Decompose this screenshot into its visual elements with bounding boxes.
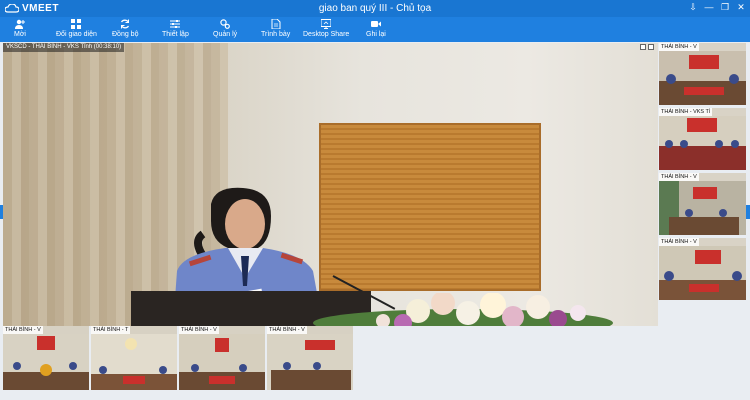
toolbar-thiet-lap-button[interactable]: Thiết lập (162, 19, 189, 41)
toolbar-ghi-lai-button[interactable]: Ghi lại (366, 19, 386, 41)
bottom-thumbnail-row: THÁI BÌNH - V THÁI BÌNH - T THÁI BÌNH - … (3, 326, 355, 390)
tile-scene (3, 334, 89, 390)
vmeet-app: VMEET giao ban quý III - Chủ tọa ⇩ — ❐ ✕… (0, 0, 750, 400)
toolbar-trinh-bay-label: Trình bày (261, 31, 291, 38)
layout-grid-icon (71, 19, 82, 29)
main-video-label: VKSCD - THÁI BÌNH - VKS Tỉnh (00:38:10) (3, 43, 125, 52)
toolbar-dong-bo-label: Đồng bộ (112, 31, 139, 38)
bottom-tile-1[interactable]: THÁI BÌNH - V (3, 326, 89, 390)
bottom-tile-2[interactable]: THÁI BÌNH - T (91, 326, 177, 390)
present-icon (271, 19, 281, 29)
video-toggle-icon[interactable] (640, 44, 646, 50)
gear-icon (220, 19, 230, 29)
tile-scene (267, 334, 353, 390)
toolbar-dong-bo-button[interactable]: Đồng bộ (112, 19, 138, 41)
toolbar-desktop-share-label: Desktop Share (303, 31, 350, 38)
bottom-tile-3-label: THÁI BÌNH - V (179, 326, 219, 334)
right-thumbnail-column: THÁI BÌNH - V THÁI BÌNH - VKS Tỉ THÁI BÌ… (659, 43, 747, 301)
video-flower-arrangement (313, 293, 613, 326)
right-tile-2-label: THÁI BÌNH - VKS Tỉ (659, 108, 713, 116)
toolbar-trinh-bay-button[interactable]: Trình bày (261, 19, 290, 41)
right-tile-4-label: THÁI BÌNH - V (659, 238, 699, 246)
tile-scene (659, 181, 746, 235)
toolbar-doi-giao-dien-label: Đổi giao diện (56, 31, 97, 38)
bottom-tile-1-label: THÁI BÌNH - V (3, 326, 43, 334)
toolbar-moi-button[interactable]: Mời (14, 19, 26, 41)
tile-scene (659, 116, 746, 170)
minimize-button[interactable]: — (704, 2, 714, 13)
toolbar-doi-giao-dien-button[interactable]: Đổi giao diện (56, 19, 97, 41)
main-video-view[interactable]: VKSCD - THÁI BÌNH - VKS Tỉnh (00:38:10) (3, 43, 658, 326)
right-tile-3[interactable]: THÁI BÌNH - V (659, 173, 746, 235)
mic-toggle-icon[interactable] (648, 44, 654, 50)
toolbar-desktop-share-button[interactable]: Desktop Share (303, 19, 349, 41)
bottom-tile-4-label: THÁI BÌNH - V (267, 326, 307, 334)
toolbar-ghi-lai-label: Ghi lại (366, 31, 386, 38)
toolbar: Mời Đổi giao diện Đồng bộ Thiết lập Quản… (0, 17, 750, 42)
title-bar: VMEET giao ban quý III - Chủ tọa ⇩ — ❐ ✕ (0, 0, 750, 17)
bottom-tile-2-label: THÁI BÌNH - T (91, 326, 131, 334)
right-tile-1[interactable]: THÁI BÌNH - V (659, 43, 746, 105)
window-title: giao ban quý III - Chủ tọa (318, 3, 432, 14)
right-tile-2[interactable]: THÁI BÌNH - VKS Tỉ (659, 108, 746, 170)
tile-scene (659, 246, 746, 300)
main-video-controls (640, 44, 654, 52)
restore-button[interactable]: ❐ (720, 2, 730, 13)
toolbar-thiet-lap-label: Thiết lập (162, 31, 189, 38)
right-tile-1-label: THÁI BÌNH - V (659, 43, 699, 51)
video-window-blinds (319, 123, 541, 291)
toolbar-quan-ly-label: Quản lý (213, 31, 238, 38)
user-add-icon (14, 19, 25, 29)
bottom-tile-3[interactable]: THÁI BÌNH - V (179, 326, 265, 390)
sliders-icon (170, 20, 181, 28)
right-tile-3-label: THÁI BÌNH - V (659, 173, 699, 181)
sync-icon (121, 19, 130, 29)
window-controls: ⇩ — ❐ ✕ (688, 2, 746, 13)
bottom-tile-4[interactable]: THÁI BÌNH - V (267, 326, 353, 390)
toolbar-quan-ly-button[interactable]: Quản lý (213, 19, 237, 41)
close-button[interactable]: ✕ (736, 2, 746, 13)
right-tile-4[interactable]: THÁI BÌNH - V (659, 238, 746, 300)
tile-scene (179, 334, 265, 390)
video-record-icon (370, 21, 381, 27)
toolbar-moi-label: Mời (14, 31, 26, 38)
tile-scene (91, 334, 177, 390)
download-icon[interactable]: ⇩ (688, 2, 698, 13)
tile-scene (659, 51, 746, 105)
monitor-share-icon (321, 19, 332, 29)
